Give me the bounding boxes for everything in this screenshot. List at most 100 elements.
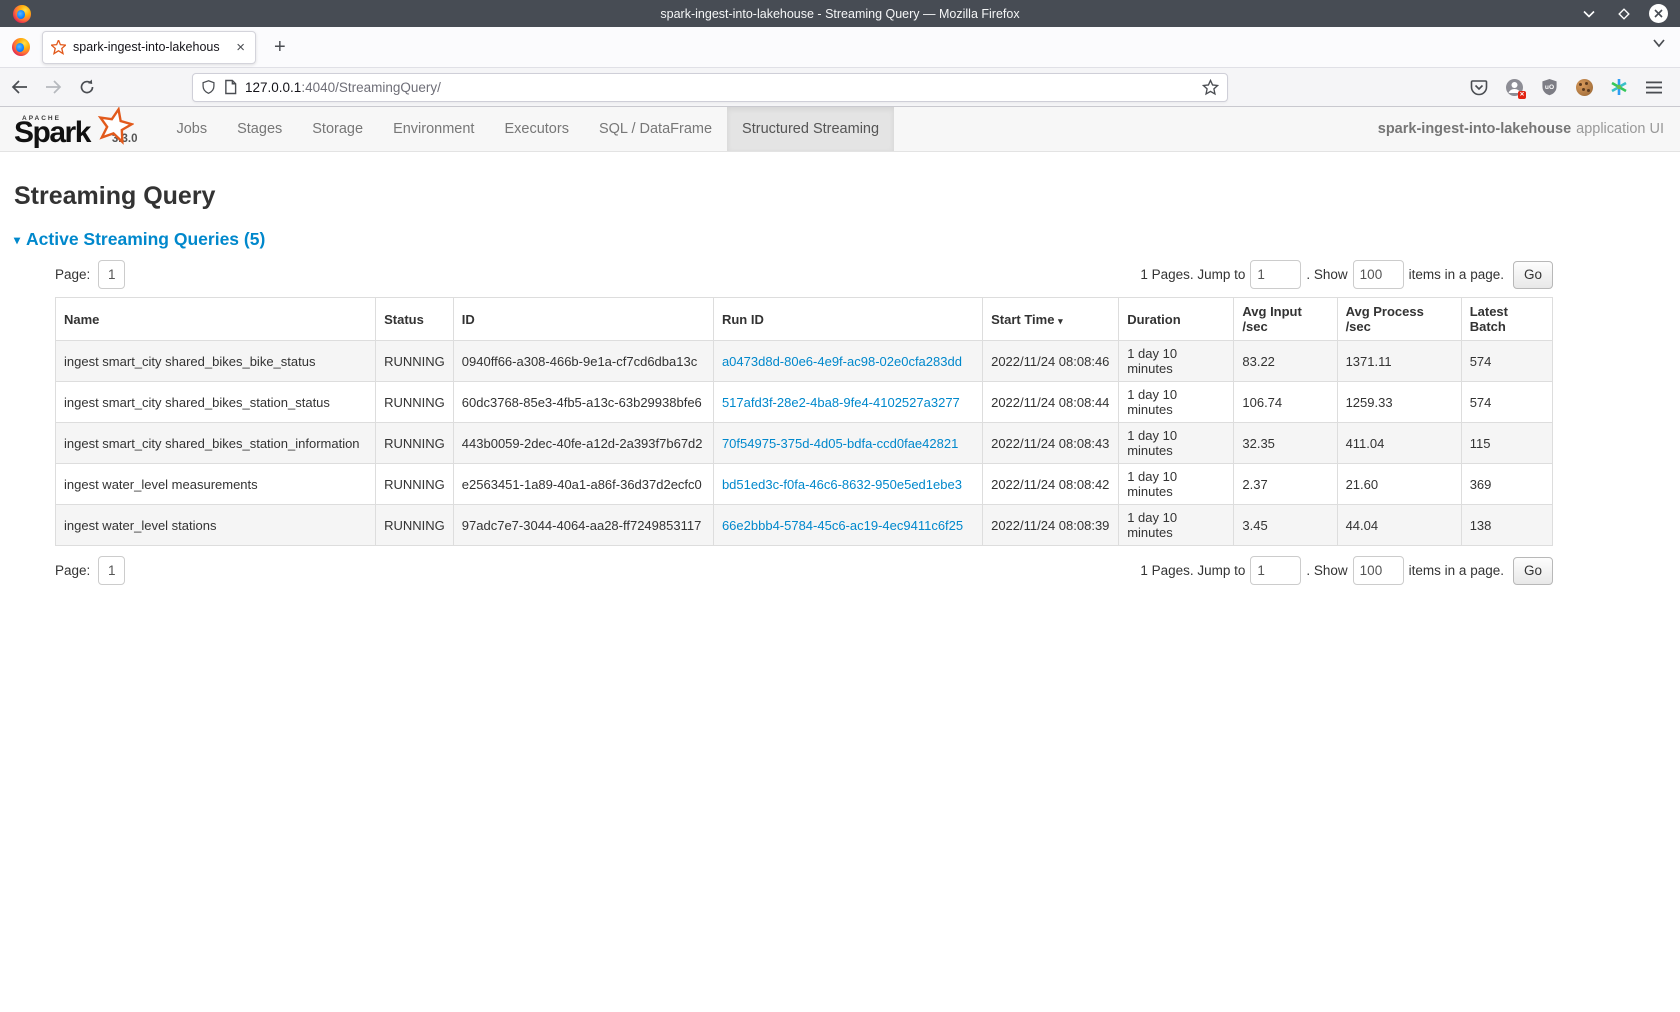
asterisk-extension-icon[interactable] [1609, 77, 1629, 97]
list-tabs-button[interactable] [1652, 38, 1666, 48]
header-id[interactable]: ID [453, 298, 713, 341]
firefox-window: spark-ingest-into-lakehouse - Streaming … [0, 0, 1680, 585]
cookie-extension-icon[interactable] [1574, 77, 1594, 97]
header-latest-batch[interactable]: Latest Batch [1461, 298, 1552, 341]
cell-duration: 1 day 10 minutes [1119, 382, 1234, 423]
cell-name: ingest smart_city shared_bikes_station_s… [56, 382, 376, 423]
active-queries-table-zone: Page: 1 Pages. Jump to . Show items in a… [55, 260, 1553, 585]
shield-icon [201, 79, 216, 95]
header-avg-process[interactable]: Avg Process /sec [1337, 298, 1461, 341]
go-button[interactable]: Go [1513, 557, 1553, 585]
run-id-link[interactable]: bd51ed3c-f0fa-46c6-8632-950e5ed1ebe3 [722, 477, 962, 492]
table-row: ingest water_level stations RUNNING 97ad… [56, 505, 1553, 546]
go-button[interactable]: Go [1513, 261, 1553, 289]
new-tab-button[interactable]: + [268, 37, 292, 57]
pagination-top: Page: 1 Pages. Jump to . Show items in a… [55, 260, 1553, 289]
header-name[interactable]: Name [56, 298, 376, 341]
header-status[interactable]: Status [376, 298, 454, 341]
nav-tab-stages[interactable]: Stages [222, 107, 297, 151]
cell-status: RUNNING [376, 464, 454, 505]
tab-close-icon[interactable]: × [234, 40, 247, 55]
items-text: items in a page. [1409, 267, 1504, 282]
header-start-time[interactable]: Start Time ▾ [983, 298, 1119, 341]
cell-id: 60dc3768-85e3-4fb5-a13c-63b29938bfe6 [453, 382, 713, 423]
header-run-id[interactable]: Run ID [713, 298, 982, 341]
firefox-view-icon [12, 38, 30, 56]
nav-tab-environment[interactable]: Environment [378, 107, 489, 151]
nav-tab-jobs[interactable]: Jobs [161, 107, 222, 151]
menu-button[interactable] [1644, 77, 1664, 97]
bookmark-star-icon[interactable] [1202, 79, 1219, 96]
spark-logo[interactable]: APACHE Spark 3.3.0 [0, 107, 147, 151]
cell-duration: 1 day 10 minutes [1119, 464, 1234, 505]
run-id-link[interactable]: a0473d8d-80e6-4e9f-ac98-02e0cfa283dd [722, 354, 962, 369]
total-pages-text: 1 Pages. Jump to [1140, 563, 1245, 578]
jump-to-input[interactable] [1250, 260, 1301, 289]
cell-name: ingest smart_city shared_bikes_station_i… [56, 423, 376, 464]
nav-tab-storage[interactable]: Storage [297, 107, 378, 151]
firefox-view-button[interactable] [6, 32, 36, 62]
cell-avg-input: 2.37 [1234, 464, 1337, 505]
items-per-page-input[interactable] [1353, 556, 1404, 585]
header-avg-input[interactable]: Avg Input /sec [1234, 298, 1337, 341]
cell-run-id: 70f54975-375d-4d05-bdfa-ccd0fae42821 [713, 423, 982, 464]
cell-status: RUNNING [376, 505, 454, 546]
ublock-icon[interactable]: uO [1539, 77, 1559, 97]
page-number-input[interactable] [98, 556, 125, 585]
page-number-input[interactable] [98, 260, 125, 289]
account-extension-icon[interactable]: ✕ [1504, 77, 1524, 97]
window-titlebar: spark-ingest-into-lakehouse - Streaming … [0, 0, 1680, 27]
cell-avg-input: 83.22 [1234, 341, 1337, 382]
cell-avg-input: 3.45 [1234, 505, 1337, 546]
tab-title: spark-ingest-into-lakehous [73, 40, 227, 54]
nav-tab-sql-dataframe[interactable]: SQL / DataFrame [584, 107, 727, 151]
cell-run-id: bd51ed3c-f0fa-46c6-8632-950e5ed1ebe3 [713, 464, 982, 505]
cell-duration: 1 day 10 minutes [1119, 505, 1234, 546]
show-text: . Show [1306, 267, 1347, 282]
run-id-link[interactable]: 66e2bbb4-5784-45c6-ac19-4ec9411c6f25 [722, 518, 963, 533]
sort-arrow-icon: ▾ [1058, 316, 1063, 326]
spark-star-icon [96, 107, 134, 145]
run-id-link[interactable]: 70f54975-375d-4d05-bdfa-ccd0fae42821 [722, 436, 958, 451]
table-row: ingest smart_city shared_bikes_bike_stat… [56, 341, 1553, 382]
url-text: 127.0.0.1:4040/StreamingQuery/ [245, 80, 1194, 95]
items-text: items in a page. [1409, 563, 1504, 578]
page-content: Streaming Query ▾ Active Streaming Queri… [0, 182, 1680, 585]
tab-strip: spark-ingest-into-lakehous × + [0, 27, 1680, 68]
cell-run-id: 517afd3f-28e2-4ba8-9fe4-4102527a3277 [713, 382, 982, 423]
total-pages-text: 1 Pages. Jump to [1140, 267, 1245, 282]
active-queries-section-header[interactable]: ▾ Active Streaming Queries (5) [14, 229, 1666, 250]
cell-latest-batch: 138 [1461, 505, 1552, 546]
reload-button[interactable] [72, 73, 102, 101]
run-id-link[interactable]: 517afd3f-28e2-4ba8-9fe4-4102527a3277 [722, 395, 960, 410]
pagination-bottom: Page: 1 Pages. Jump to . Show items in a… [55, 556, 1553, 585]
nav-tab-executors[interactable]: Executors [489, 107, 583, 151]
browser-tab[interactable]: spark-ingest-into-lakehous × [42, 31, 256, 64]
jump-to-input[interactable] [1250, 556, 1301, 585]
cell-avg-process: 44.04 [1337, 505, 1461, 546]
hamburger-icon [1646, 81, 1662, 94]
application-name: spark-ingest-into-lakehouse [1378, 121, 1571, 137]
pocket-icon[interactable] [1469, 77, 1489, 97]
cell-status: RUNNING [376, 423, 454, 464]
cell-id: 97adc7e7-3044-4064-aa28-ff7249853117 [453, 505, 713, 546]
spark-navbar: APACHE Spark 3.3.0 Jobs Stages Storage E… [0, 107, 1680, 152]
cell-start-time: 2022/11/24 08:08:46 [983, 341, 1119, 382]
application-suffix: application UI [1576, 121, 1664, 137]
spark-nav-items: Jobs Stages Storage Environment Executor… [161, 107, 894, 151]
header-duration[interactable]: Duration [1119, 298, 1234, 341]
window-title: spark-ingest-into-lakehouse - Streaming … [0, 7, 1680, 21]
nav-tab-structured-streaming[interactable]: Structured Streaming [727, 107, 894, 151]
forward-arrow-icon [45, 80, 62, 94]
url-host: 127.0.0.1 [245, 80, 301, 95]
back-button[interactable] [4, 73, 34, 101]
table-row: ingest water_level measurements RUNNING … [56, 464, 1553, 505]
forward-button[interactable] [38, 73, 68, 101]
url-bar[interactable]: 127.0.0.1:4040/StreamingQuery/ [192, 73, 1228, 102]
items-per-page-input[interactable] [1353, 260, 1404, 289]
cell-latest-batch: 369 [1461, 464, 1552, 505]
cell-status: RUNNING [376, 382, 454, 423]
page-label: Page: [55, 267, 90, 282]
cell-name: ingest water_level measurements [56, 464, 376, 505]
back-arrow-icon [11, 80, 28, 94]
